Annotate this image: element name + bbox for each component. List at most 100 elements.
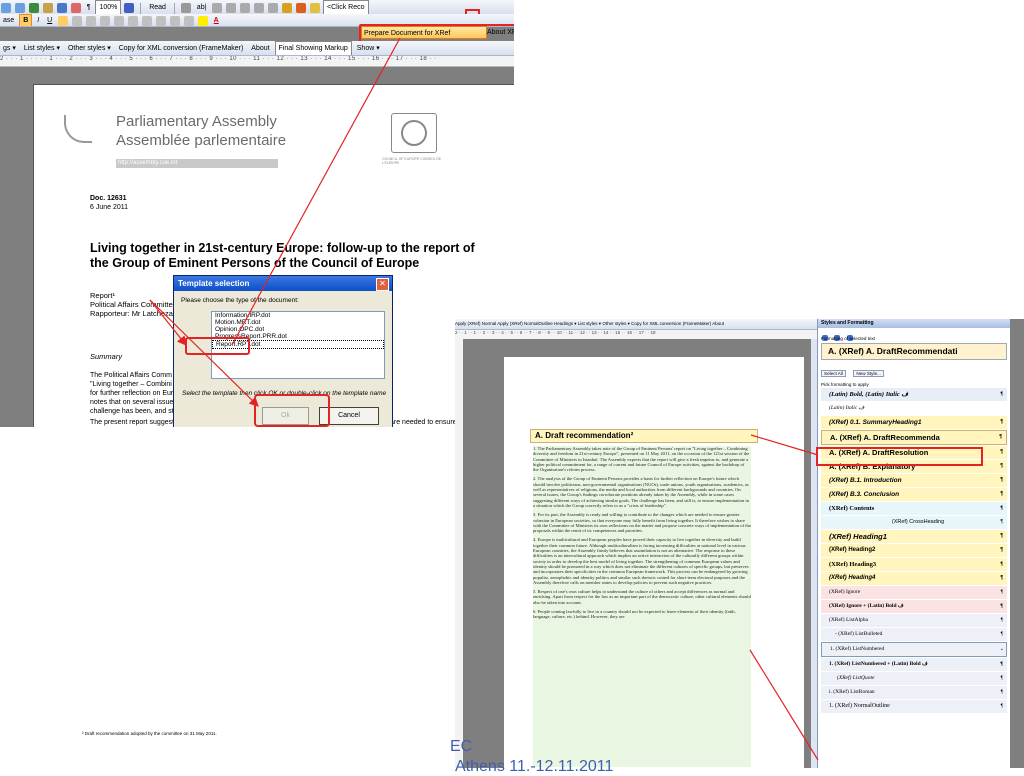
table-icon[interactable] [42, 3, 53, 13]
xref-toolbar-2[interactable]: Apply (XRef) Normal Apply (XRef) NormalO… [455, 319, 830, 330]
headings-menu[interactable]: gs ▾ [0, 42, 19, 55]
style-item-draft-recommendation[interactable]: A. (XRef) A. DraftRecommenda ¶ [821, 430, 1007, 445]
style-item[interactable]: (Latin) Italic ف [821, 402, 1007, 415]
text-field-icon[interactable]: ab| [194, 1, 210, 14]
template-item[interactable]: Motion.MRT.dot [212, 319, 384, 326]
paragraph: 5. Respect of one's own culture helps to… [533, 589, 751, 605]
highlight-draft-style [816, 447, 983, 466]
standard-toolbar: ¶ 100% Read ab| <Click Reco [0, 0, 514, 15]
overlay-text: EC [450, 738, 473, 755]
style-item[interactable]: - (XRef) ListBulleted ¶ [821, 628, 1007, 641]
show-formatting-icon[interactable]: ¶ [84, 1, 94, 14]
style-item[interactable]: 1. (XRef) NormalOutline ¶ [821, 700, 1007, 713]
highlight-report-template [185, 337, 250, 355]
lock-icon[interactable] [296, 3, 307, 13]
italic-button[interactable]: I [34, 15, 42, 26]
select-all-button[interactable]: Select All [821, 370, 846, 377]
style-item[interactable]: (XRef) B.1. Introduction ¶ [821, 474, 1007, 487]
underline-button[interactable]: U [44, 15, 55, 26]
macro-icon[interactable] [310, 3, 321, 13]
line-spacing-icon[interactable] [114, 16, 124, 26]
numbering-icon[interactable] [141, 16, 152, 26]
new-style-button[interactable]: New Style... [853, 370, 884, 377]
style-item[interactable]: (XRef) Heading3 ¶ [821, 558, 1007, 571]
copy-xml-button[interactable]: Copy for XML conversion (FrameMaker) [116, 42, 247, 55]
overlay-date: Athens 11.-12.11.2011 [455, 758, 614, 775]
current-style-box[interactable]: A. (XRef) A. DraftRecommendati [821, 343, 1007, 360]
style-item[interactable]: (Latin) Bold, (Latin) Italic ف ¶ [821, 388, 1007, 401]
org-url: http://assembly.coe.int [116, 159, 278, 168]
style-item[interactable]: (XRef) Ignore + (Latin) Bold ف ¶ [821, 600, 1007, 613]
style-item[interactable]: (XRef) CrossHeading ¶ [821, 516, 1007, 529]
paragraph: 2. The analysis of the Group of Eminent … [533, 476, 749, 508]
hyperlink-icon[interactable] [28, 3, 39, 13]
paragraph: 1. The Parliamentary Assembly takes note… [533, 446, 750, 473]
help-icon[interactable] [124, 3, 135, 13]
paragraph: 3. For its part, the Assembly is ready a… [533, 512, 751, 534]
style-item[interactable]: (XRef) ListAlpha ¶ [821, 614, 1007, 627]
style-item[interactable]: 1. (XRef) ListNumbered + (Latin) Bold ف ¶ [821, 658, 1007, 671]
click-recorder-select[interactable]: <Click Reco [322, 0, 369, 14]
align-left-icon[interactable] [58, 16, 69, 26]
template-item[interactable]: Opinion.OPC.dot [212, 326, 384, 333]
summary-heading: Summary [90, 352, 123, 361]
vertical-ruler-2[interactable] [455, 339, 463, 768]
committee-line: Political Affairs Committee [90, 300, 177, 309]
align-right-icon[interactable] [86, 16, 97, 26]
about-button[interactable]: About [248, 42, 272, 55]
report-line: Report¹ [90, 291, 116, 300]
properties-icon[interactable] [254, 3, 265, 13]
horizontal-ruler[interactable]: 2 · · · 1 · · · · · 1 · · · 2 · · · 3 · … [0, 56, 514, 67]
font-color-icon[interactable]: A [211, 15, 222, 26]
style-box[interactable]: ase [0, 15, 17, 26]
align-center-icon[interactable] [72, 16, 83, 26]
bold-button[interactable]: B [19, 14, 33, 26]
checkbox-field-icon[interactable] [212, 3, 223, 13]
indent-icon[interactable] [169, 16, 180, 26]
bullets-icon[interactable] [155, 16, 166, 26]
style-item[interactable]: (XRef) Ignore ¶ [821, 586, 1007, 599]
dropdown-field-icon[interactable] [226, 3, 237, 13]
doc-date: 6 June 2011 [90, 204, 129, 211]
drawing-icon[interactable] [70, 3, 81, 13]
justify-icon[interactable] [100, 16, 111, 26]
xref-icon[interactable] [282, 3, 293, 13]
style-item[interactable]: (XRef) Contents ¶ [821, 502, 1007, 515]
template-item[interactable]: Information.IRP.dot [212, 312, 384, 319]
border-icon[interactable] [183, 16, 194, 26]
insert-table-icon[interactable] [268, 3, 279, 13]
dialog-close-icon[interactable]: ✕ [376, 278, 389, 291]
paragraph: 6. People coming lawfully to live in a c… [533, 609, 736, 620]
style-item[interactable]: (XRef) B.3. Conclusion ¶ [821, 488, 1007, 501]
field-shading-icon[interactable] [240, 3, 251, 13]
style-item[interactable]: (XRef) Heading2 ¶ [821, 544, 1007, 557]
style-item[interactable]: 1. (XRef) ListNumbered ⌄ [821, 642, 1007, 657]
org-name-en: Parliamentary Assembly [116, 113, 277, 130]
style-item[interactable]: (XRef) ListQuote ¶ [821, 672, 1007, 685]
doc-title: Living together in 21st-century Europe: … [90, 241, 475, 270]
ltr-icon[interactable] [127, 16, 138, 26]
formatting-label: Formatting of selected text [821, 336, 876, 341]
zoom-select[interactable]: 100% [95, 0, 122, 14]
style-item[interactable]: (XRef) Heading4 ¶ [821, 572, 1007, 585]
style-item[interactable]: (XRef) Heading1 ¶ [821, 530, 1007, 543]
style-item[interactable]: i. (XRef) ListRoman ¶ [821, 686, 1007, 699]
rapporteur-line: Rapporteur: Mr Latchezar [90, 309, 176, 318]
redo-icon[interactable] [14, 3, 25, 13]
show-menu[interactable]: Show ▾ [354, 42, 383, 55]
other-styles-menu[interactable]: Other styles ▾ [65, 42, 114, 55]
list-styles-menu[interactable]: List styles ▾ [21, 42, 63, 55]
style-item[interactable]: (XRef) 0.1. SummaryHeading1 ¶ [821, 416, 1007, 429]
columns-icon[interactable] [56, 3, 67, 13]
read-button[interactable]: Read [146, 1, 169, 14]
markup-select[interactable]: Final Showing Markup [274, 41, 352, 55]
draft-recommendation-heading: A. Draft recommendation² [530, 429, 758, 443]
horizontal-ruler-2[interactable]: 2 · · 1 · · 1 · · 2 · · 3 · · 4 · · 5 · … [455, 330, 830, 339]
highlight-icon[interactable] [197, 16, 208, 26]
undo-icon[interactable] [1, 3, 11, 13]
pane-title: Styles and Formatting [818, 319, 1010, 328]
xref-toolbar: gs ▾ List styles ▾ Other styles ▾ Copy f… [0, 41, 514, 56]
coe-logo-icon [391, 113, 437, 153]
style-icon[interactable] [180, 3, 191, 13]
org-name-fr: Assemblée parlementaire [116, 132, 287, 149]
